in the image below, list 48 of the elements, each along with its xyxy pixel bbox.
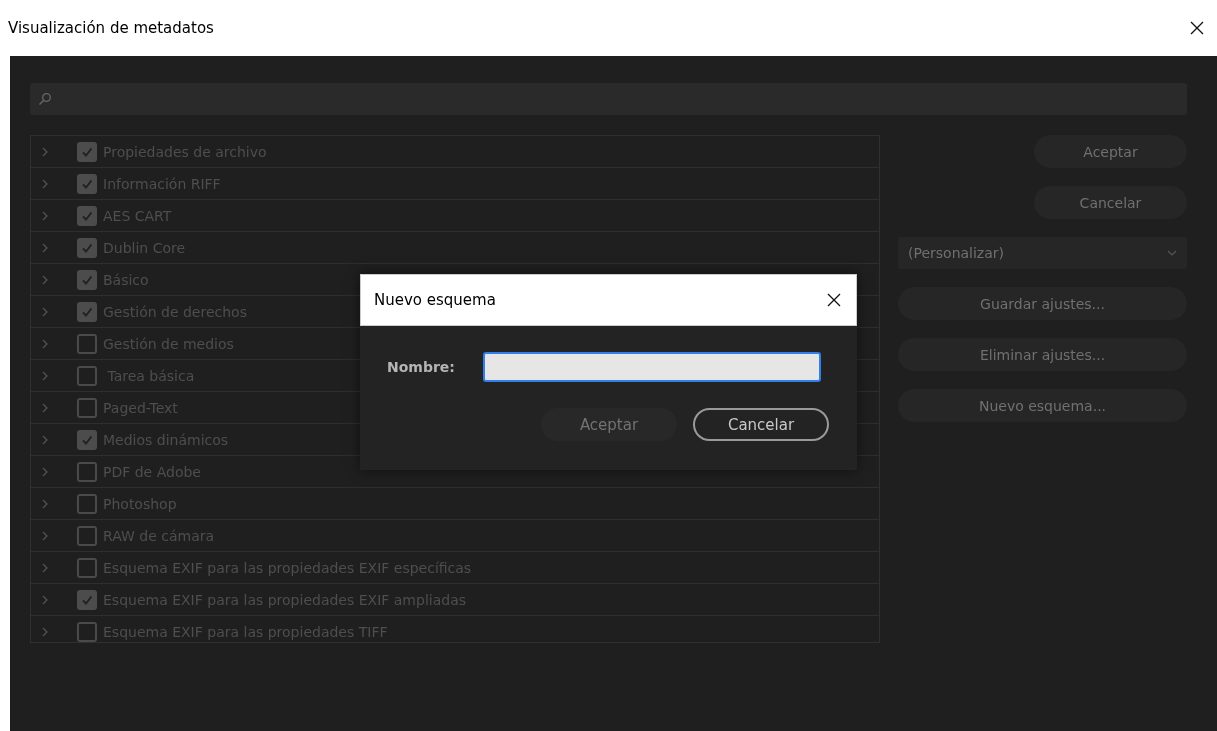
chevron-icon[interactable]: [41, 369, 49, 382]
checkbox[interactable]: [77, 525, 97, 546]
chevron-icon[interactable]: [41, 273, 49, 286]
checkbox[interactable]: [77, 589, 97, 610]
chevron-icon[interactable]: [41, 561, 49, 574]
window-title: Visualización de metadatos: [8, 19, 214, 37]
chevron-icon[interactable]: [41, 433, 49, 446]
checkbox[interactable]: [77, 493, 97, 514]
preset-button[interactable]: Nuevo esquema...: [898, 389, 1187, 422]
chevron-icon[interactable]: [41, 465, 49, 478]
chevron-icon[interactable]: [41, 529, 49, 542]
preset-button[interactable]: Eliminar ajustes...: [898, 338, 1187, 371]
name-field[interactable]: [482, 352, 821, 382]
chevron-icon[interactable]: [41, 145, 49, 158]
cancel-button[interactable]: Cancelar: [693, 408, 829, 441]
name-label: Nombre:: [387, 359, 455, 375]
checkbox[interactable]: [77, 237, 97, 258]
checkbox[interactable]: [77, 301, 97, 322]
chevron-icon[interactable]: [41, 401, 49, 414]
chevron-icon[interactable]: [41, 177, 49, 190]
caret-icon: [1167, 250, 1177, 256]
checkbox[interactable]: [77, 173, 97, 194]
search-field[interactable]: [30, 83, 1187, 115]
checkbox[interactable]: [77, 365, 97, 386]
preset-button[interactable]: Guardar ajustes...: [898, 287, 1187, 320]
cancel-button[interactable]: Cancelar: [1034, 186, 1187, 219]
checkbox[interactable]: [77, 429, 97, 450]
checkbox[interactable]: [77, 461, 97, 482]
checkbox[interactable]: [77, 397, 97, 418]
close-icon[interactable]: [826, 292, 842, 308]
chevron-icon[interactable]: [41, 241, 49, 254]
dialog-title: Nuevo esquema: [374, 291, 496, 309]
chevron-icon[interactable]: [41, 209, 49, 222]
checkbox[interactable]: [77, 621, 97, 642]
chevron-icon[interactable]: [41, 305, 49, 318]
checkbox[interactable]: [77, 269, 97, 290]
checkbox[interactable]: [77, 205, 97, 226]
checkbox[interactable]: [77, 333, 97, 354]
chevron-icon[interactable]: [41, 593, 49, 606]
chevron-icon[interactable]: [41, 625, 49, 638]
ok-button[interactable]: Aceptar: [1034, 135, 1187, 168]
chevron-icon[interactable]: [41, 337, 49, 350]
checkbox[interactable]: [77, 141, 97, 162]
preset-dropdown[interactable]: (Personalizar): [898, 237, 1187, 269]
search-icon: [38, 92, 52, 106]
close-icon[interactable]: [1189, 20, 1205, 36]
chevron-icon[interactable]: [41, 497, 49, 510]
checkbox[interactable]: [77, 557, 97, 578]
